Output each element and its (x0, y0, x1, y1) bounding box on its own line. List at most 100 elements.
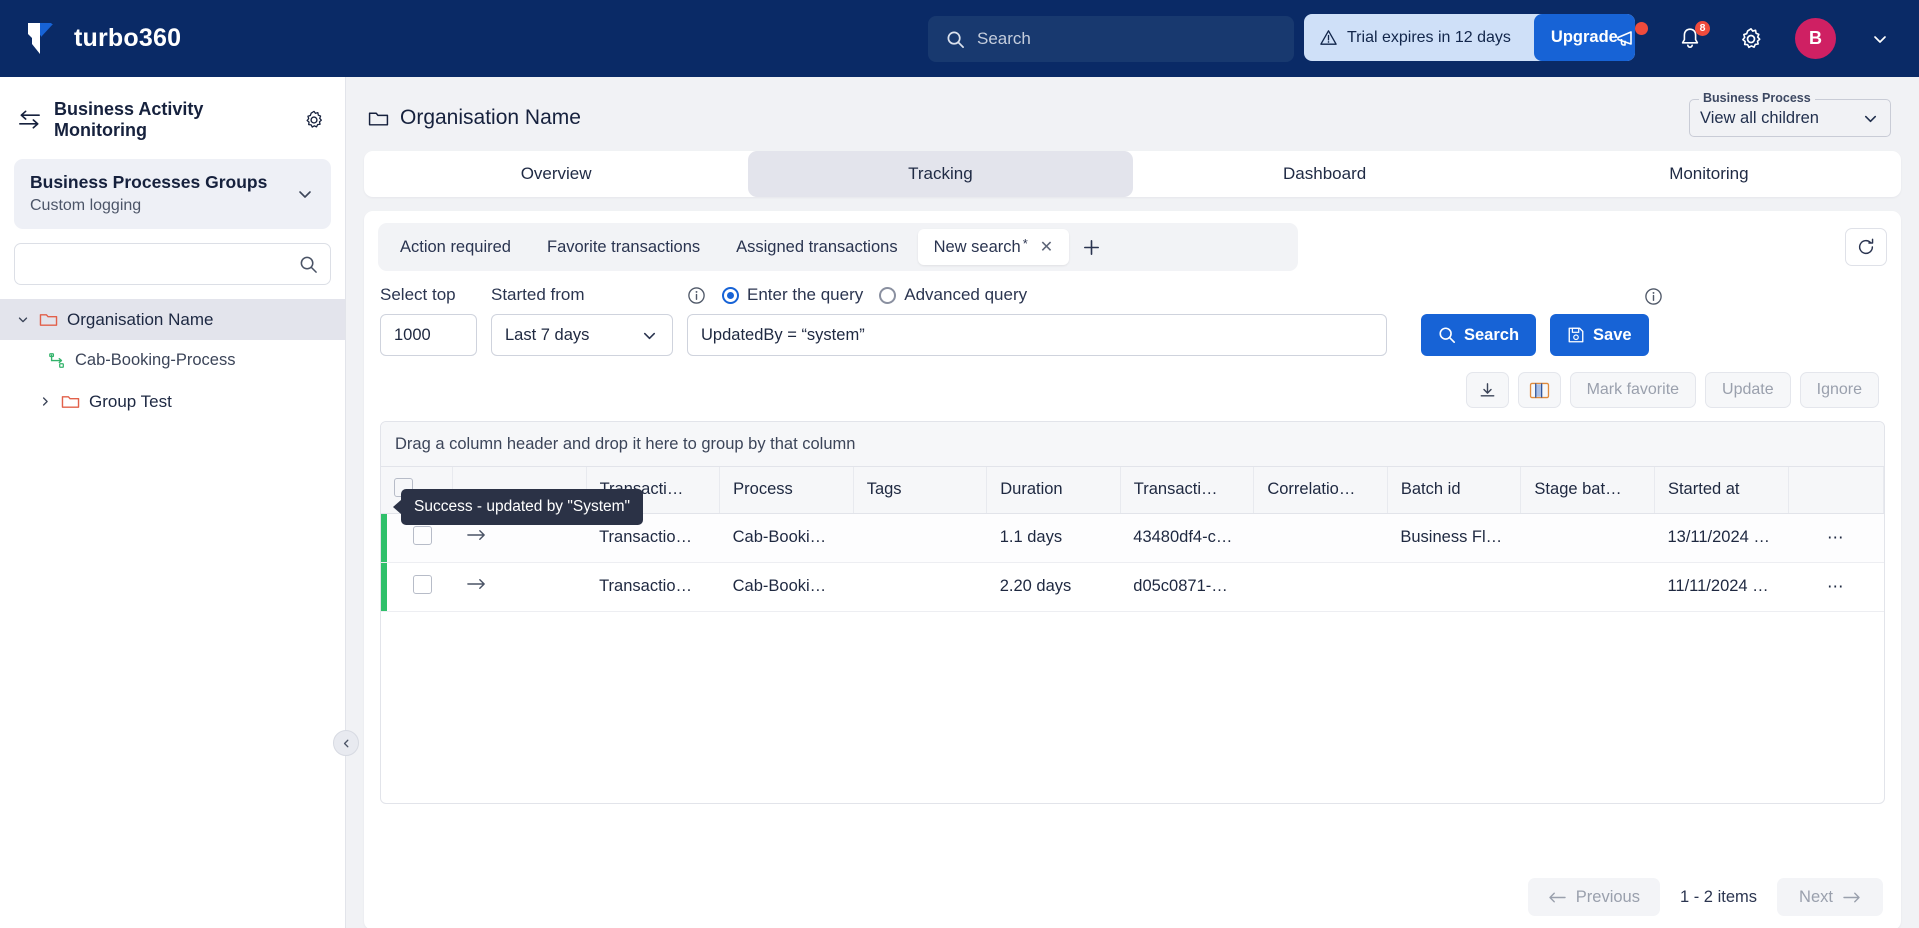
group-selector-subtitle: Custom logging (30, 196, 142, 214)
column-header-batch-id[interactable]: Batch id (1387, 467, 1522, 514)
floppy-disk-icon (1568, 327, 1584, 343)
unsaved-marker: * (1022, 235, 1028, 251)
tab-tracking[interactable]: Tracking (748, 151, 1133, 197)
column-chooser-icon (1529, 382, 1549, 398)
arrow-right-icon (466, 578, 485, 590)
download-button[interactable] (1465, 372, 1509, 408)
info-icon[interactable] (687, 286, 706, 305)
chevron-down-icon[interactable] (16, 312, 30, 327)
query-input[interactable]: UpdatedBy = “system” (687, 314, 1387, 356)
column-header-started-at[interactable]: Started at (1654, 467, 1789, 514)
query-mode-row: Enter the query Advanced query (687, 285, 1387, 305)
sidebar-collapse-button[interactable] (333, 730, 359, 756)
settings-button[interactable] (1734, 22, 1768, 56)
gear-icon[interactable] (303, 109, 325, 131)
tab-overview[interactable]: Overview (364, 151, 748, 197)
cell-duration: 1.1 days (986, 513, 1121, 563)
row-checkbox[interactable] (413, 525, 432, 545)
account-menu-button[interactable] (1863, 22, 1897, 56)
chevron-down-icon (299, 191, 311, 198)
row-expand-cell[interactable] (452, 562, 587, 612)
cell-transaction-id: 43480df4-c… (1120, 513, 1254, 563)
cell-batch-id: Business Fl… (1387, 513, 1521, 563)
ignore-button[interactable]: Ignore (1799, 372, 1879, 408)
search-button[interactable]: Search (1421, 314, 1537, 356)
turbo360-logo-icon (28, 22, 53, 54)
mark-favorite-button[interactable]: Mark favorite (1569, 372, 1697, 408)
notifications-button[interactable]: 8 (1673, 20, 1710, 56)
sidebar-search-input[interactable] (27, 255, 299, 273)
save-button[interactable]: Save (1550, 314, 1649, 356)
row-checkbox[interactable] (413, 574, 432, 594)
arrow-right-icon (1843, 892, 1860, 902)
next-page-button[interactable]: Next (1777, 878, 1883, 916)
table-row[interactable]: Transactio… Cab-Booki… 2.20 days d05c087… (381, 562, 1884, 612)
search-tab-new-search[interactable]: New search * ✕ (917, 229, 1070, 265)
select-top-input[interactable]: 1000 (380, 314, 477, 356)
query-mode-advanced-query[interactable]: Advanced query (879, 285, 1027, 305)
avatar[interactable]: B (1795, 18, 1836, 59)
query-help-info-icon[interactable] (1644, 287, 1663, 306)
global-search[interactable] (928, 16, 1294, 62)
column-chooser-button[interactable] (1517, 372, 1561, 408)
column-header-transaction-id[interactable]: Transacti… (1120, 467, 1255, 514)
chevron-right-icon[interactable] (38, 394, 52, 409)
tab-dashboard[interactable]: Dashboard (1133, 151, 1517, 197)
tab-monitoring[interactable]: Monitoring (1517, 151, 1901, 197)
sidebar-item-cab-booking-process[interactable]: Cab-Booking-Process (0, 340, 345, 381)
cell-stage-batch (1520, 562, 1655, 612)
sidebar-item-group-test[interactable]: Group Test (0, 381, 345, 422)
top-bar-icons: 8 B (1612, 0, 1897, 77)
top-navigation-bar: turbo360 Trial expires in 12 days Upgrad… (0, 0, 1919, 77)
column-header-correlation-id[interactable]: Correlatio… (1253, 467, 1388, 514)
started-from-label: Started from (491, 285, 585, 304)
sidebar-item-label: Group Test (89, 391, 172, 411)
brand[interactable]: turbo360 (0, 20, 346, 58)
tracking-panel: Action required Favorite transactions As… (364, 211, 1901, 928)
download-icon (1480, 382, 1494, 397)
column-header-tags[interactable]: Tags (853, 467, 988, 514)
business-process-select[interactable]: Business Process View all children (1689, 91, 1891, 137)
add-search-tab-button[interactable] (1073, 229, 1109, 265)
row-menu-button[interactable]: ⋯ (1788, 513, 1884, 563)
sidebar-title: Business Activity Monitoring (54, 99, 204, 140)
chevron-down-icon (1864, 115, 1877, 122)
sidebar-item-label: Organisation Name (67, 309, 214, 329)
column-header-process[interactable]: Process (719, 467, 854, 514)
cell-correlation-id (1253, 562, 1388, 612)
cell-tags (853, 562, 987, 612)
search-tab-assigned-transactions[interactable]: Assigned transactions (720, 229, 913, 265)
business-process-group-selector[interactable]: Business Processes Groups Custom logging (14, 159, 331, 230)
cell-correlation-id (1253, 513, 1388, 563)
search-input[interactable] (977, 29, 1276, 49)
arrow-left-icon (1549, 892, 1566, 902)
column-header-stage-batch[interactable]: Stage bat… (1520, 467, 1655, 514)
status-badge (381, 513, 387, 561)
previous-page-button[interactable]: Previous (1527, 878, 1660, 916)
search-tab-action-required[interactable]: Action required (384, 229, 527, 265)
close-icon[interactable]: ✕ (1040, 237, 1053, 257)
select-top-field: Select top 1000 (380, 285, 477, 356)
row-menu-button[interactable]: ⋯ (1788, 562, 1884, 612)
query-mode-enter-the-query[interactable]: Enter the query (722, 285, 863, 305)
group-by-dropzone[interactable]: Drag a column header and drop it here to… (381, 422, 1884, 467)
sidebar-item-organisation-name[interactable]: Organisation Name (0, 299, 345, 341)
search-tab-favorite-transactions[interactable]: Favorite transactions (531, 229, 716, 265)
search-icon (300, 256, 317, 273)
sidebar-item-label: Cab-Booking-Process (75, 351, 236, 370)
folder-icon (368, 112, 389, 126)
pagination: Previous 1 - 2 items Next (1527, 878, 1883, 916)
status-tooltip: Success - updated by "System" (392, 489, 644, 525)
query-input-field: Enter the query Advanced query UpdatedBy… (687, 285, 1387, 356)
update-button[interactable]: Update (1705, 372, 1791, 408)
column-header-duration[interactable]: Duration (986, 467, 1121, 514)
sidebar-search[interactable] (14, 243, 331, 286)
grid-toolbar: Mark favorite Update Ignore (364, 356, 1901, 408)
refresh-button[interactable] (1845, 228, 1887, 266)
started-from-select[interactable]: Last 7 days (491, 314, 673, 356)
announcements-button[interactable] (1612, 21, 1648, 56)
folder-icon (61, 396, 80, 408)
transactions-grid: Drag a column header and drop it here to… (380, 421, 1885, 804)
cell-transaction-id: d05c0871-… (1120, 562, 1254, 612)
query-builder: Select top 1000 Started from Last 7 days (364, 271, 1901, 356)
